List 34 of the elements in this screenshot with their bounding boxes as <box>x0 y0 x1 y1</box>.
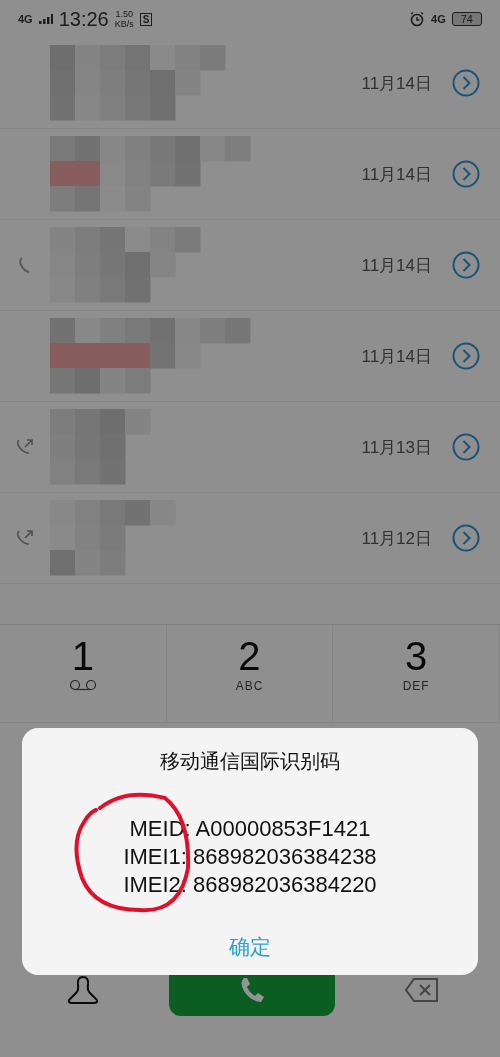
battery-level: 74 <box>451 12 482 26</box>
signal-icon <box>38 14 53 24</box>
details-icon[interactable] <box>452 160 480 188</box>
call-date: 11月14日 <box>361 72 432 95</box>
details-icon[interactable] <box>452 342 480 370</box>
dialog-title: 移动通信国际识别码 <box>160 749 340 774</box>
network-label: 4G <box>431 13 446 25</box>
dial-key[interactable]: 2 ABC <box>166 625 334 723</box>
speed-unit: KB/s <box>114 19 134 29</box>
backspace-icon[interactable] <box>404 977 440 1003</box>
speed-value: 1.50 <box>115 9 133 19</box>
dial-key[interactable]: 1 <box>0 625 167 723</box>
voicemail-icon <box>68 679 97 691</box>
outgoing-call-icon <box>16 529 34 547</box>
call-date: 11月14日 <box>361 254 432 277</box>
call-date: 11月14日 <box>361 345 432 368</box>
alarm-icon <box>409 11 426 27</box>
call-date: 11月12日 <box>361 527 432 550</box>
dial-key[interactable]: 3 DEF <box>333 625 500 723</box>
details-icon[interactable] <box>452 433 480 461</box>
key-letters: DEF <box>402 679 430 693</box>
details-icon[interactable] <box>452 251 480 279</box>
app-badge: S <box>139 12 153 26</box>
details-icon[interactable] <box>452 69 480 97</box>
identifier-line: IMEI1: 868982036384238 <box>123 843 377 871</box>
call-date: 11月14日 <box>361 163 432 186</box>
phone-icon <box>19 257 31 273</box>
network-label: 4G <box>18 13 33 25</box>
outgoing-call-icon <box>16 438 34 456</box>
details-icon[interactable] <box>452 524 480 552</box>
call-date: 11月13日 <box>361 436 432 459</box>
contacts-icon[interactable] <box>66 975 100 1005</box>
key-letters: ABC <box>235 679 264 693</box>
status-time: 13:26 <box>58 7 109 31</box>
